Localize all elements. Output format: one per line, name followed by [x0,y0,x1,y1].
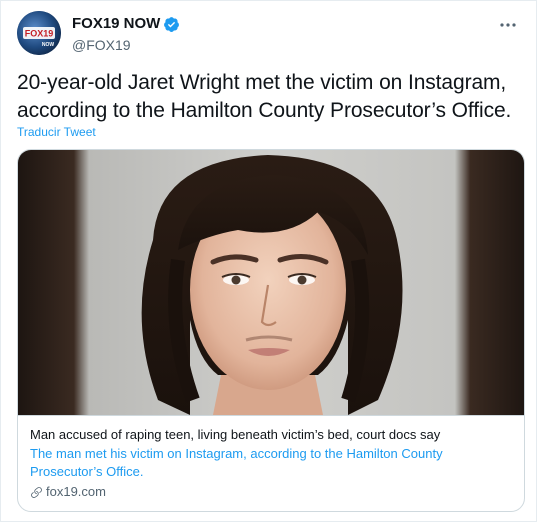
tweet-card[interactable]: FOX19 NOW FOX19 NOW @FOX19 20-year-old J… [0,0,537,522]
card-title[interactable]: Man accused of raping teen, living benea… [30,426,512,444]
card-body: Man accused of raping teen, living benea… [18,416,524,501]
account-names: FOX19 NOW @FOX19 [72,15,180,54]
card-domain-row[interactable]: fox19.com [30,483,512,501]
account-handle[interactable]: @FOX19 [72,36,180,54]
card-description[interactable]: The man met his victim on Instagram, acc… [30,445,512,481]
avatar-logo-text: FOX19 [25,29,54,39]
verified-badge-icon [163,16,180,33]
tweet-header: FOX19 NOW FOX19 NOW @FOX19 [17,11,524,59]
card-domain: fox19.com [46,484,106,499]
link-icon [30,486,43,499]
display-name[interactable]: FOX19 NOW [72,15,160,33]
fox19-logo-icon[interactable]: FOX19 NOW [17,11,61,55]
tweet-text: 20-year-old Jaret Wright met the victim … [17,71,512,122]
avatar-logo-subtext: NOW [42,42,55,48]
more-dots-icon[interactable] [496,15,520,35]
display-name-row: FOX19 NOW [72,15,180,33]
translate-tweet-link[interactable]: Traducir Tweet [17,125,96,140]
link-preview-card[interactable]: Man accused of raping teen, living benea… [17,149,525,512]
mugshot-photo[interactable] [18,150,524,416]
